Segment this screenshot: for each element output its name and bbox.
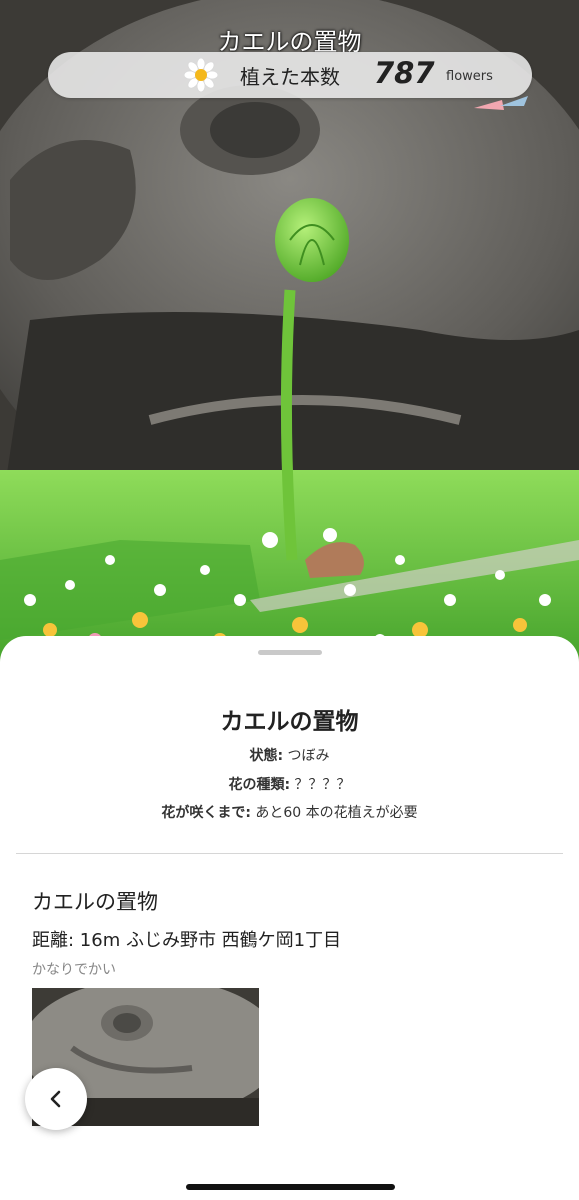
bloom-value: あと60 本の花植えが必要	[255, 805, 418, 821]
planted-count-unit: flowers	[446, 69, 493, 84]
pennant-icon	[474, 96, 528, 110]
planted-count-bar: 植えた本数 787 flowers	[48, 52, 532, 98]
back-button[interactable]	[25, 1068, 87, 1130]
spot-note: かなりでかい	[32, 962, 116, 978]
spot-detail-sheet[interactable]: カエルの置物 状態: つぼみ 花の種類: ？？？？ 花が咲くまで: あと60 本…	[0, 636, 579, 1200]
planted-count-value: 787	[374, 56, 435, 90]
bloom-line: 花が咲くまで: あと60 本の花植えが必要	[0, 802, 579, 822]
sheet-title: カエルの置物	[220, 709, 359, 735]
status-label: 状態:	[249, 748, 284, 764]
species-value: ？？？？	[294, 777, 351, 793]
planted-count-label: 植えた本数	[240, 65, 340, 89]
chevron-left-icon	[50, 1090, 61, 1108]
species-label: 花の種類:	[228, 777, 291, 793]
divider	[16, 853, 563, 854]
spot-distance: 距離: 16m ふじみ野市 西鶴ケ岡1丁目	[32, 930, 342, 951]
species-line: 花の種類: ？？？？	[0, 774, 579, 794]
spot-name: カエルの置物	[32, 890, 158, 914]
status-value: つぼみ	[287, 748, 330, 764]
daisy-icon	[184, 58, 218, 92]
sheet-drag-handle[interactable]	[258, 650, 322, 655]
status-line: 状態: つぼみ	[0, 745, 579, 765]
bloom-label: 花が咲くまで:	[161, 805, 251, 821]
home-indicator[interactable]	[186, 1184, 395, 1190]
